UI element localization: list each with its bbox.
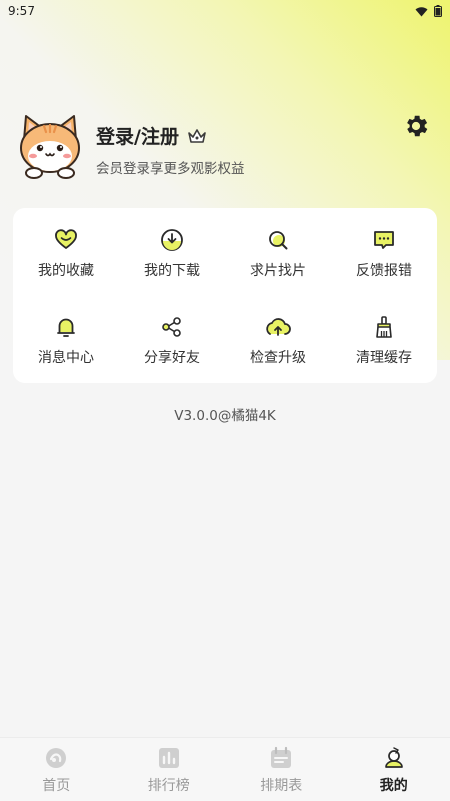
gear-icon xyxy=(402,112,430,140)
menu-item-label: 我的收藏 xyxy=(38,260,94,280)
menu-item-share[interactable]: 分享好友 xyxy=(119,297,225,384)
heart-icon xyxy=(53,227,79,253)
ranking-icon xyxy=(156,745,182,771)
feature-grid: 我的收藏 我的下载 求片找片 反馈 xyxy=(13,208,437,384)
search-icon xyxy=(265,227,291,253)
menu-item-messages[interactable]: 消息中心 xyxy=(13,297,119,384)
menu-item-label: 分享好友 xyxy=(144,347,200,367)
settings-button[interactable] xyxy=(402,112,430,140)
feature-menu-card: 我的收藏 我的下载 求片找片 反馈 xyxy=(13,208,437,383)
download-icon xyxy=(159,227,185,253)
menu-item-check-update[interactable]: 检查升级 xyxy=(225,297,331,384)
status-time: 9:57 xyxy=(8,4,35,18)
tab-home[interactable]: 首页 xyxy=(0,738,113,801)
app-version: V3.0.0@橘猫4K xyxy=(0,404,450,424)
profile-subtitle: 会员登录享更多观影权益 xyxy=(96,157,245,177)
upgrade-icon xyxy=(265,314,291,340)
bottom-tab-bar: 首页 排行榜 排期表 我的 xyxy=(0,737,450,801)
tab-schedule[interactable]: 排期表 xyxy=(225,738,338,801)
menu-item-request-movie[interactable]: 求片找片 xyxy=(225,210,331,297)
menu-item-label: 消息中心 xyxy=(38,347,94,367)
menu-item-clear-cache[interactable]: 清理缓存 xyxy=(331,297,437,384)
menu-item-label: 检查升级 xyxy=(250,347,306,367)
tab-label: 我的 xyxy=(380,775,408,795)
menu-item-feedback[interactable]: 反馈报错 xyxy=(331,210,437,297)
share-icon xyxy=(159,314,185,340)
calendar-icon xyxy=(268,745,294,771)
cat-avatar-icon xyxy=(16,112,84,180)
tab-label: 首页 xyxy=(42,775,70,795)
menu-item-downloads[interactable]: 我的下载 xyxy=(119,210,225,297)
bell-icon xyxy=(53,314,79,340)
menu-item-label: 反馈报错 xyxy=(356,260,412,280)
profile-icon xyxy=(381,745,407,771)
profile-title: 登录/注册 xyxy=(96,122,179,149)
tab-ranking[interactable]: 排行榜 xyxy=(113,738,226,801)
status-bar: 9:57 xyxy=(0,0,450,22)
login-register-link[interactable]: 登录/注册 xyxy=(96,122,207,149)
broom-icon xyxy=(371,314,397,340)
home-icon xyxy=(43,745,69,771)
profile-header: 登录/注册 会员登录享更多观影权益 xyxy=(16,112,434,182)
crown-icon xyxy=(187,127,207,145)
battery-icon xyxy=(434,5,442,17)
tab-label: 排行榜 xyxy=(148,775,190,795)
avatar[interactable] xyxy=(16,112,84,180)
wifi-icon xyxy=(415,6,428,17)
status-icons xyxy=(415,5,442,17)
tab-profile[interactable]: 我的 xyxy=(338,738,450,801)
menu-item-label: 清理缓存 xyxy=(356,347,412,367)
tab-label: 排期表 xyxy=(260,775,302,795)
feedback-icon xyxy=(371,227,397,253)
menu-item-favorites[interactable]: 我的收藏 xyxy=(13,210,119,297)
menu-item-label: 求片找片 xyxy=(250,260,306,280)
menu-item-label: 我的下载 xyxy=(144,260,200,280)
